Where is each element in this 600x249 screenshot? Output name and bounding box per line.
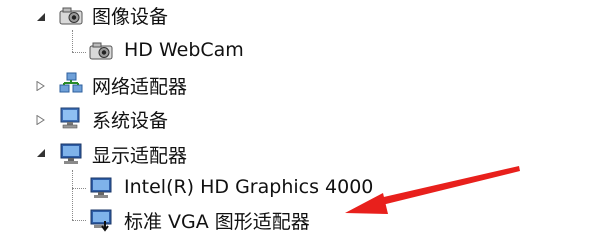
device-manager-tree: 图像设备 HD WebCam 网络适配器 系统设备 显示适配器 Intel(R)… bbox=[0, 0, 600, 249]
red-arrow-icon bbox=[345, 166, 520, 214]
arrow-head bbox=[345, 193, 388, 214]
arrow-shaft bbox=[375, 166, 520, 206]
